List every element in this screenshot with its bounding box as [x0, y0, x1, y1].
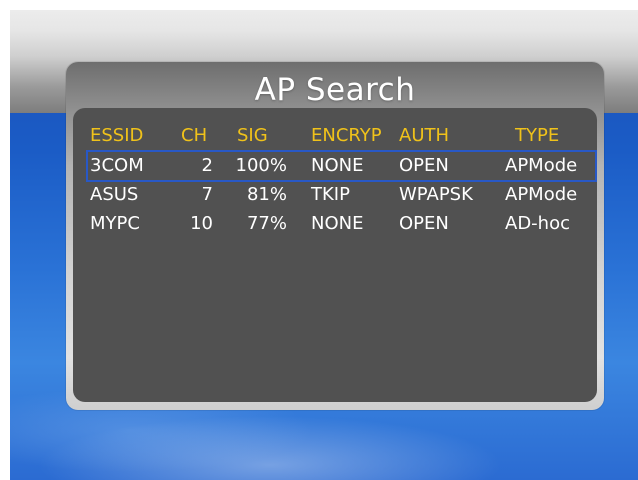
cell-essid: 3COM — [90, 155, 144, 176]
cell-ch: 2 — [201, 155, 213, 176]
table-row[interactable]: MYPC 10 77% NONE OPEN AD-hoc — [73, 210, 597, 238]
ap-search-dialog: AP Search ESSID CH SIG ENCRYP AUTH TYPE … — [66, 62, 604, 410]
header-type: TYPE — [515, 125, 560, 146]
cell-essid: MYPC — [90, 213, 140, 234]
ap-list-panel: ESSID CH SIG ENCRYP AUTH TYPE 3COM 2 100… — [73, 108, 597, 402]
cell-sig: 81% — [246, 184, 287, 205]
header-sig: SIG — [237, 125, 268, 146]
dialog-title: AP Search — [254, 72, 416, 108]
cell-auth: OPEN — [399, 155, 449, 176]
screen: AP Search ESSID CH SIG ENCRYP AUTH TYPE … — [0, 0, 638, 480]
header-essid: ESSID — [90, 125, 144, 146]
cell-type: APMode — [505, 155, 578, 176]
table-row[interactable]: ASUS 7 81% TKIP WPAPSK APMode — [73, 181, 597, 209]
cell-auth: WPAPSK — [399, 184, 473, 205]
cell-sig: 100% — [235, 155, 287, 176]
cell-encryp: NONE — [311, 155, 364, 176]
cell-ch: 7 — [201, 184, 213, 205]
header-encryp: ENCRYP — [311, 125, 382, 146]
cell-auth: OPEN — [399, 213, 449, 234]
cell-type: APMode — [505, 184, 578, 205]
cell-sig: 77% — [246, 213, 287, 234]
header-ch: CH — [181, 125, 208, 146]
cell-encryp: NONE — [311, 213, 364, 234]
cell-ch: 10 — [190, 213, 213, 234]
table-header-row: ESSID CH SIG ENCRYP AUTH TYPE — [73, 122, 597, 150]
cell-encryp: TKIP — [311, 184, 350, 205]
cell-essid: ASUS — [90, 184, 139, 205]
cell-type: AD-hoc — [505, 213, 570, 234]
header-auth: AUTH — [399, 125, 450, 146]
table-row[interactable]: 3COM 2 100% NONE OPEN APMode — [73, 152, 597, 180]
